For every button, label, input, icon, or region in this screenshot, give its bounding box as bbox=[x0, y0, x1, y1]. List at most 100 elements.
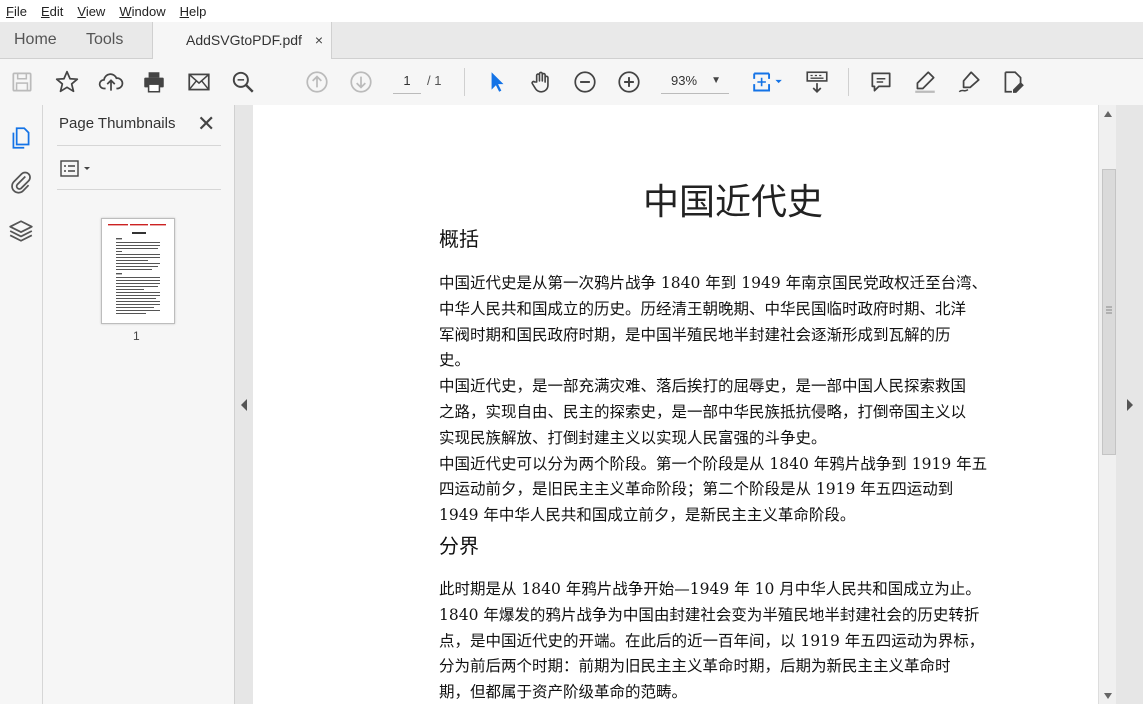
expand-right-icon[interactable] bbox=[1126, 399, 1134, 411]
scroll-up-arrow-icon[interactable] bbox=[1104, 111, 1112, 117]
page-number-input[interactable]: 1 bbox=[393, 69, 421, 94]
cursor-arrow-icon bbox=[491, 72, 504, 92]
paragraph-block: 此时期是从 1840 年鸦片战争开始—1949 年 10 月中华人民共和国成立为… bbox=[439, 577, 1039, 704]
paperclip-icon[interactable] bbox=[8, 170, 34, 196]
search-icon bbox=[232, 71, 254, 93]
text-line: 期，但都属于资产阶级革命的范畴。 bbox=[439, 683, 688, 702]
text-line: 四运动前夕，是旧民主主义革命阶段；第二个阶段是从 1919 年五四运动到 bbox=[439, 480, 954, 499]
toolbar-divider bbox=[464, 68, 465, 96]
pdf-page: 中国近代史 概括 中国近代史是从第一次鸦片战争 1840 年到 1949 年南京… bbox=[253, 105, 1098, 704]
tab-home[interactable]: Home bbox=[14, 22, 57, 58]
tab-tools[interactable]: Tools bbox=[86, 22, 123, 58]
previous-page-button[interactable] bbox=[303, 68, 331, 96]
keyboard-scroll-icon bbox=[806, 71, 828, 93]
scroll-mode-button[interactable] bbox=[803, 68, 831, 96]
save-button[interactable] bbox=[8, 68, 36, 96]
zoom-out-button[interactable] bbox=[571, 68, 599, 96]
page-thumbnails-icon[interactable] bbox=[8, 125, 34, 151]
select-tool-button[interactable] bbox=[483, 68, 511, 96]
page-total: / 1 bbox=[427, 73, 442, 88]
menu-bar: File Edit View Window Help bbox=[0, 0, 1143, 23]
star-icon bbox=[55, 70, 79, 93]
document-view[interactable]: 中国近代史 概括 中国近代史是从第一次鸦片战争 1840 年到 1949 年南京… bbox=[253, 105, 1098, 704]
text-line: 实现民族解放、打倒封建主义以实现人民富强的斗争史。 bbox=[439, 428, 827, 447]
right-pane-splitter[interactable] bbox=[1116, 105, 1143, 704]
text-line: 中华人民共和国成立的历史。历经清王朝晚期、中华民国临时政府时期、北洋 bbox=[439, 299, 967, 318]
comment-icon bbox=[871, 72, 891, 92]
next-page-button[interactable] bbox=[347, 68, 375, 96]
text-line: 中国近代史是从第一次鸦片战争 1840 年到 1949 年南京国民党政权迁至台湾… bbox=[439, 274, 988, 292]
highlight-button[interactable] bbox=[911, 68, 939, 96]
sign-button[interactable] bbox=[955, 68, 983, 96]
divider bbox=[57, 189, 221, 190]
comment-button[interactable] bbox=[867, 68, 895, 96]
email-button[interactable] bbox=[185, 68, 213, 96]
layers-icon[interactable] bbox=[8, 218, 34, 244]
thumbnail-preview bbox=[108, 224, 166, 314]
section-heading: 分界 bbox=[439, 534, 479, 558]
envelope-icon bbox=[188, 73, 210, 91]
section-heading: 概括 bbox=[439, 227, 479, 251]
minus-circle-icon bbox=[574, 71, 596, 93]
arrow-up-circle-icon bbox=[306, 71, 328, 93]
toolbar: 1 / 1 93% ▼ bbox=[0, 59, 1143, 106]
upload-button[interactable] bbox=[97, 68, 125, 96]
zoom-select[interactable]: 93% ▼ bbox=[661, 69, 729, 94]
toolbar-divider bbox=[848, 68, 849, 96]
bookmark-button[interactable] bbox=[53, 68, 81, 96]
page-display-button[interactable] bbox=[750, 68, 786, 96]
menu-view[interactable]: View bbox=[77, 4, 105, 19]
cloud-upload-icon bbox=[98, 73, 124, 91]
text-line: 史。 bbox=[439, 351, 471, 370]
divider bbox=[57, 145, 221, 146]
hand-tool-button[interactable] bbox=[527, 68, 555, 96]
paragraph-block: 中国近代史是从第一次鸦片战争 1840 年到 1949 年南京国民党政权迁至台湾… bbox=[439, 271, 1039, 529]
text-line: 军阀时期和国民政府时期，是中国半殖民地半封建社会逐渐形成到瓦解的历 bbox=[439, 325, 951, 344]
collapse-left-icon[interactable] bbox=[240, 399, 248, 411]
tab-bar: Home Tools AddSVGtoPDF.pdf × bbox=[0, 22, 1143, 59]
search-button[interactable] bbox=[229, 68, 257, 96]
text-line: 之路，实现自由、民主的探索史，是一部中华民族抵抗侵略，打倒帝国主义以 bbox=[439, 402, 967, 421]
plus-circle-icon bbox=[618, 71, 640, 93]
printer-icon bbox=[144, 72, 164, 93]
text-line: 点，是中国近代史的开端。在此后的近一百年间，以 1919 年五四运动为界标， bbox=[439, 631, 985, 650]
tab-document-label: AddSVGtoPDF.pdf bbox=[186, 32, 302, 48]
hand-icon bbox=[531, 71, 549, 93]
menu-help[interactable]: Help bbox=[180, 4, 207, 19]
menu-window[interactable]: Window bbox=[119, 4, 165, 19]
text-line: 1840 年爆发的鸦片战争为中国由封建社会变为半殖民地半封建社会的历史转折 bbox=[439, 605, 980, 624]
grip-icon bbox=[1106, 306, 1112, 314]
chevron-down-icon: ▼ bbox=[711, 75, 721, 86]
thumbnail-options-icon[interactable] bbox=[59, 157, 95, 181]
page-fit-icon bbox=[753, 72, 782, 92]
vertical-scrollbar[interactable] bbox=[1098, 105, 1117, 704]
fill-sign-button[interactable] bbox=[999, 68, 1027, 96]
scrollbar-thumb[interactable] bbox=[1102, 169, 1116, 455]
thumbnails-panel: Page Thumbnails ✕ 1 bbox=[43, 105, 235, 704]
zoom-in-button[interactable] bbox=[615, 68, 643, 96]
scroll-down-arrow-icon[interactable] bbox=[1104, 693, 1112, 699]
text-line: 1949 年中华人民共和国成立前夕，是新民主主义革命阶段。 bbox=[439, 506, 856, 525]
menu-file[interactable]: File bbox=[6, 4, 27, 19]
highlighter-icon bbox=[915, 71, 935, 93]
text-line: 分为前后两个时期：前期为旧民主主义革命时期，后期为新民主主义革命时 bbox=[439, 657, 951, 676]
menu-edit[interactable]: Edit bbox=[41, 4, 63, 19]
tab-document[interactable]: AddSVGtoPDF.pdf × bbox=[152, 22, 332, 59]
edit-document-icon bbox=[1004, 71, 1024, 93]
panel-splitter[interactable] bbox=[235, 105, 253, 704]
left-rail bbox=[0, 105, 43, 704]
text-line: 此时期是从 1840 年鸦片战争开始—1949 年 10 月中华人民共和国成立为… bbox=[439, 580, 981, 598]
thumbnail-page-number: 1 bbox=[133, 329, 140, 343]
tab-close-button[interactable]: × bbox=[315, 22, 323, 58]
close-panel-button[interactable]: ✕ bbox=[197, 111, 215, 137]
print-button[interactable] bbox=[140, 68, 168, 96]
zoom-value: 93% bbox=[671, 73, 698, 88]
panel-title: Page Thumbnails bbox=[59, 115, 176, 132]
save-icon bbox=[12, 72, 32, 92]
arrow-down-circle-icon bbox=[350, 71, 372, 93]
text-line: 中国近代史可以分为两个阶段。第一个阶段是从 1840 年鸦片战争到 1919 年… bbox=[439, 454, 988, 473]
page-thumbnail[interactable] bbox=[101, 218, 175, 324]
document-title: 中国近代史 bbox=[643, 182, 824, 223]
fountain-pen-icon bbox=[958, 71, 980, 93]
text-line: 中国近代史，是一部充满灾难、落后挨打的屈辱史，是一部中国人民探索救国 bbox=[439, 377, 967, 396]
